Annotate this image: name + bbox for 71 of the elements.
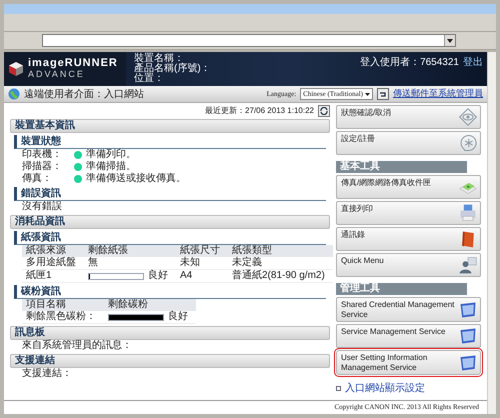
panel-heading: 基本工具 [336,161,467,173]
monitor-icon [458,326,478,346]
tool-button[interactable]: Service Management Service [336,324,481,348]
info-text: 沒有錯誤 [21,201,63,213]
table-cell: 無 [88,257,98,268]
status-text: 準備列印。 [86,149,136,160]
meter-reading: 良好 [168,311,188,323]
person-icon [458,255,478,275]
device-field-label: 裝置名稱： [134,54,184,64]
tool-button[interactable]: Shared Credential Management Service [336,297,481,322]
eye-icon [458,107,478,127]
user-label: 登入使用者：7654321 [360,56,459,70]
device-field-label: 產品名稱(序號)： [134,64,211,74]
meter-reading: 良好 [148,270,168,282]
tool-button[interactable]: Quick Menu [336,253,481,277]
table-cell: 未知 [180,257,200,268]
subsection-title: 裝置狀態 [14,135,326,149]
table-cell: 未定義 [232,257,262,268]
apply-button[interactable] [377,88,389,100]
logo-text: imageRUNNER [28,58,118,69]
table-cell: 普通紙2(81-90 g/m2) [232,270,325,281]
status-text: 準備傳送或接收傳真。 [86,173,186,185]
mail-admin-link[interactable]: 傳送郵件至系統管理員 [393,87,483,101]
address-field[interactable] [42,34,456,47]
last-updated: 最近更新：27/06 2013 1:10:22 [205,105,314,117]
table-cell: 紙匣1 [26,270,52,281]
monitor-icon [458,353,478,373]
table-cell: 剩餘黑色碳粉： [26,311,96,322]
refresh-icon [320,107,328,115]
tool-button[interactable]: 設定/註冊 [336,131,481,155]
column-header: 紙張尺寸 [176,245,228,257]
column-header: 紙張類型 [228,245,333,257]
section-header: 支援連結 [10,354,330,368]
caret-icon [365,92,370,96]
panel-heading: 管理工具 [336,283,467,295]
bullet-icon [336,386,341,391]
section-header: 訊息板 [10,326,330,340]
status-label: 印表機： [22,149,63,160]
tool-button[interactable]: User Setting Information Management Service [336,350,481,375]
section-header: 消耗品資訊 [10,215,330,229]
section-header: 裝置基本資訊 [10,119,330,133]
tool-button[interactable]: 通訊錄 [336,227,481,251]
tool-button[interactable]: 傳真/網際網路傳真收件匣 [336,175,481,199]
portal-settings-link[interactable]: 入口網站顯示設定 [336,381,481,396]
table-cell: A4 [180,270,192,281]
info-text: 來自系統管理員的訊息： [21,340,133,352]
asterisk-icon [458,133,478,153]
cube-icon [8,61,24,77]
logout-link[interactable]: 登出 [463,55,483,70]
tool-button[interactable]: 直接列印 [336,201,481,225]
table-cell: 多用途紙盤 [26,257,76,268]
scrollbar[interactable] [487,52,496,414]
column-header: 項目名稱 [22,299,104,311]
device-field-label: 位置： [134,74,165,84]
refresh-button[interactable] [318,105,330,117]
printer-icon [458,203,478,223]
column-header: 剩餘紙張 [84,245,176,257]
logo-subtext: ADVANCE [28,69,86,80]
subsection-title: 錯誤資訊 [14,187,326,201]
status-text: 準備掃描。 [86,161,136,172]
column-header: 剩餘碳粉 [104,299,196,311]
page-title: 遠端使用者介面：入口網站 [24,88,145,102]
return-icon [379,90,387,98]
globe-icon [8,88,20,100]
info-text: 支援連結： [21,368,73,380]
column-header: 紙張來源 [22,245,84,257]
tool-button[interactable]: 狀態確認/取消 [336,105,481,129]
status-label: 傳真： [22,173,53,185]
monitor-icon [458,300,478,320]
dropdown-icon[interactable] [444,35,455,46]
status-label: 掃描器： [22,161,63,172]
